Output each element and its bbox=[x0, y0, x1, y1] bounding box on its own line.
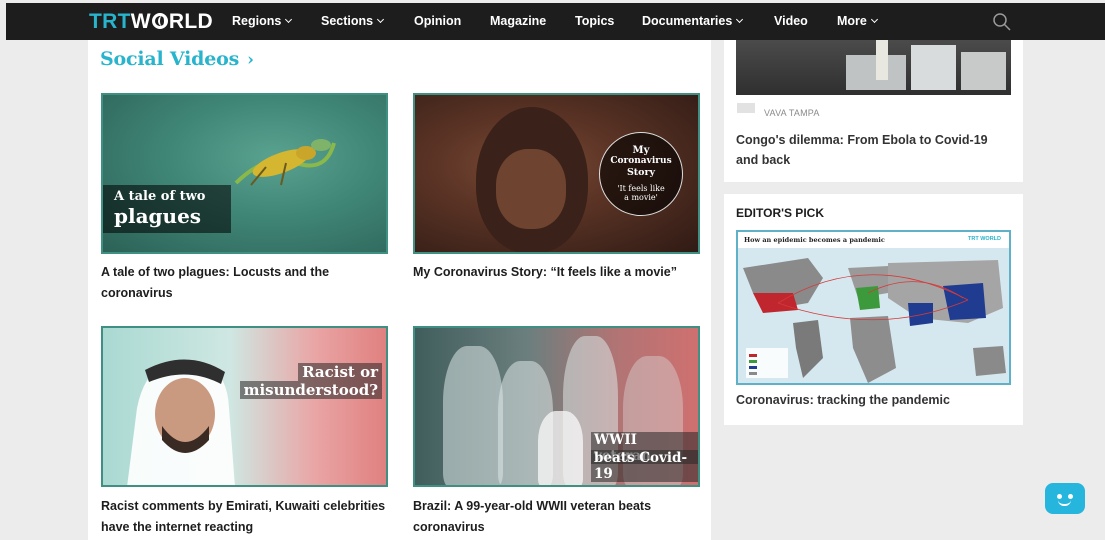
chevron-down-icon bbox=[285, 15, 293, 24]
nav-item-opinion[interactable]: Opinion bbox=[414, 3, 461, 40]
author-name[interactable]: VAVA TAMPA bbox=[764, 108, 820, 118]
story-thumbnail[interactable] bbox=[736, 40, 1011, 95]
video-title[interactable]: A tale of two plagues: Locusts and the c… bbox=[101, 262, 388, 304]
video-thumbnail-wwii-veteran[interactable]: WWII veteran beats Covid-19 bbox=[413, 326, 700, 487]
author-avatar bbox=[737, 103, 755, 113]
nav-item-regions[interactable]: Regions bbox=[232, 3, 293, 40]
map-logo: TRT WORLD bbox=[968, 236, 1001, 242]
nav-item-magazine[interactable]: Magazine bbox=[490, 3, 546, 40]
map-title: How an epidemic becomes a pandemic bbox=[744, 236, 885, 244]
social-videos-heading[interactable]: Social Videos › bbox=[100, 48, 254, 70]
pandemic-map-image[interactable]: How an epidemic becomes a pandemic TRT W… bbox=[736, 230, 1011, 385]
editors-pick-card: EDITOR'S PICK How an epidemic becomes a … bbox=[724, 194, 1023, 425]
story-title[interactable]: Congo's dilemma: From Ebola to Covid-19 … bbox=[736, 130, 1011, 170]
search-icon bbox=[993, 13, 1011, 31]
video-thumbnail-coronavirus-story[interactable]: My Coronavirus Story 'It feels like a mo… bbox=[413, 93, 700, 254]
chevron-down-icon bbox=[736, 15, 744, 24]
nav-item-sections[interactable]: Sections bbox=[321, 3, 385, 40]
top-navigation: TRTW RLD Regions Sections Opinion Magazin… bbox=[6, 3, 1105, 40]
trt-world-logo[interactable]: TRTW RLD bbox=[89, 10, 213, 34]
person-in-ppe bbox=[876, 40, 888, 80]
editors-pick-title[interactable]: Coronavirus: tracking the pandemic bbox=[736, 393, 950, 407]
search-button[interactable] bbox=[992, 12, 1012, 32]
chevron-down-icon bbox=[870, 15, 878, 24]
video-thumbnail-racist-comments[interactable]: Racist or misunderstood? bbox=[101, 326, 388, 487]
video-title[interactable]: Racist comments by Emirati, Kuwaiti cele… bbox=[101, 496, 388, 538]
chat-bot-button[interactable] bbox=[1045, 483, 1085, 514]
chevron-right-icon: › bbox=[247, 50, 254, 70]
globe-icon bbox=[151, 13, 168, 29]
sidebar-story-card: VAVA TAMPA Congo's dilemma: From Ebola t… bbox=[724, 40, 1023, 182]
chat-bot-icon bbox=[1057, 494, 1062, 499]
world-map-illustration bbox=[743, 258, 1006, 383]
nav-item-documentaries[interactable]: Documentaries bbox=[642, 3, 744, 40]
editors-pick-label: EDITOR'S PICK bbox=[736, 206, 824, 220]
nav-item-video[interactable]: Video bbox=[774, 3, 808, 40]
video-title[interactable]: My Coronavirus Story: “It feels like a m… bbox=[413, 262, 703, 283]
nav-item-more[interactable]: More bbox=[837, 3, 878, 40]
video-title[interactable]: Brazil: A 99-year-old WWII veteran beats… bbox=[413, 496, 703, 538]
video-thumbnail-locusts[interactable]: A tale of two plagues bbox=[101, 93, 388, 254]
nav-item-topics[interactable]: Topics bbox=[575, 3, 614, 40]
chevron-down-icon bbox=[377, 15, 385, 24]
